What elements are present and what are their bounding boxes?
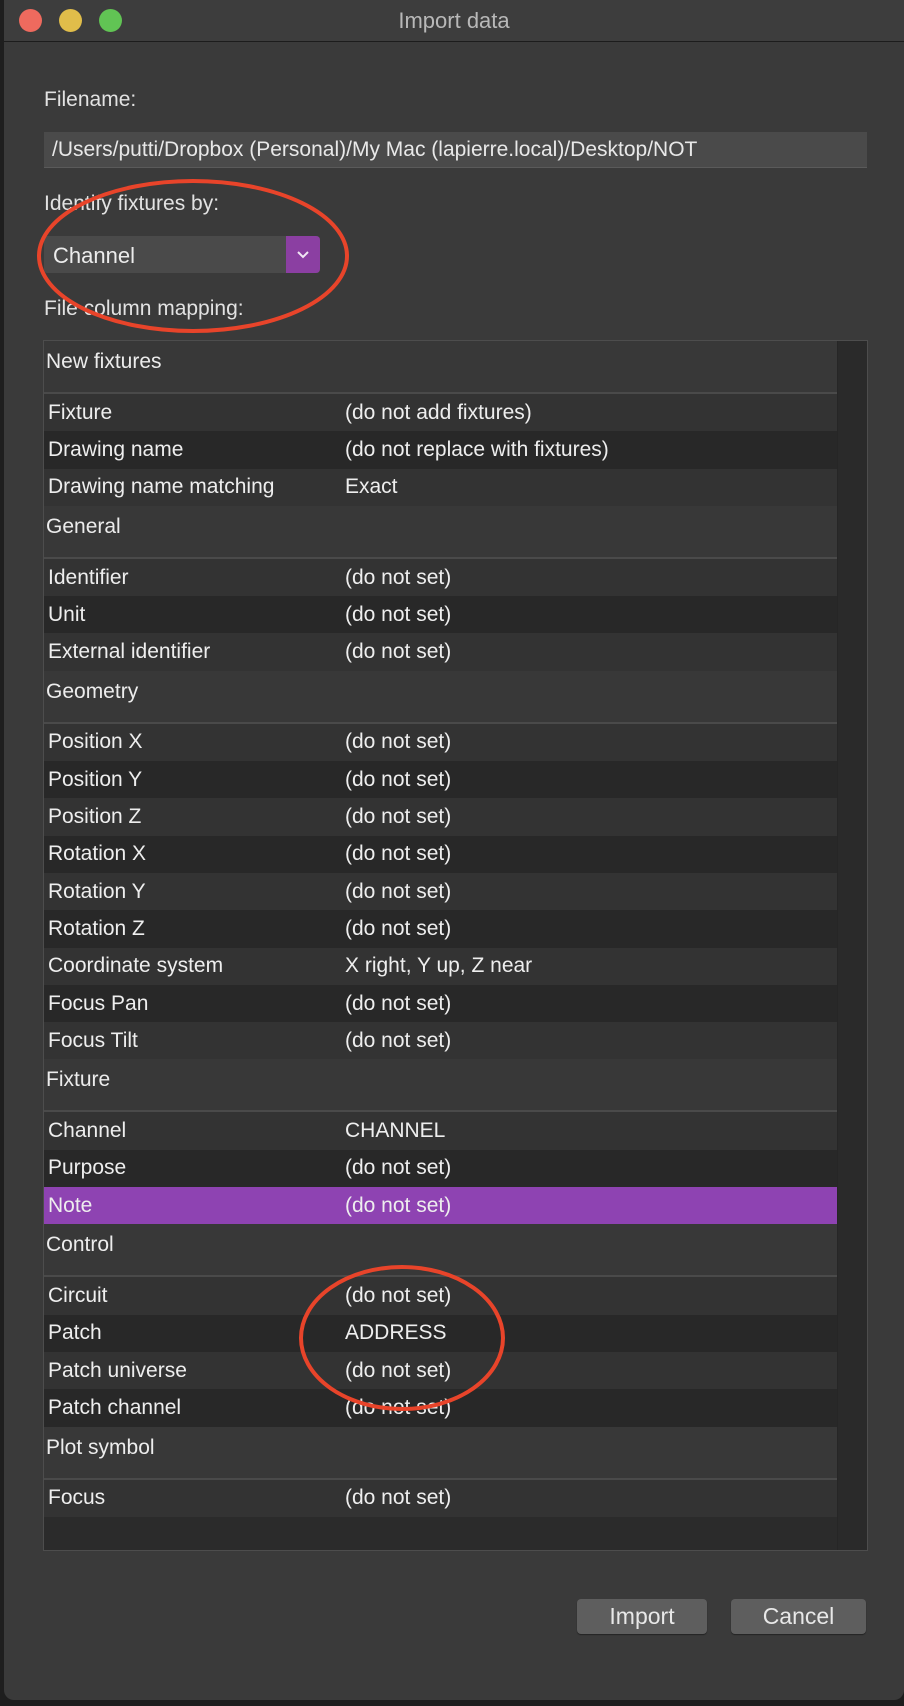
field-name: Unit [48,602,86,626]
column-value[interactable]: (do not set) [345,842,451,866]
column-value[interactable]: (do not set) [345,1029,451,1053]
column-value[interactable]: (do not set) [345,805,451,829]
mapping-row[interactable]: Rotation Z (do not set) [44,910,838,948]
column-mapping-table: New fixtures Fixture (do not add fixtures)… [43,340,868,1551]
mapping-row[interactable]: Rotation X (do not set) [44,835,838,873]
identify-fixtures-dropdown[interactable]: Channel [44,236,320,273]
field-name: Purpose [48,1156,127,1180]
mapping-row[interactable]: Focus Tilt (do not set) [44,1022,838,1060]
field-name: Coordinate system [48,954,224,978]
field-name: Patch universe [48,1358,187,1382]
column-value[interactable]: ADDRESS [345,1321,447,1345]
field-name: Rotation Y [48,879,146,903]
column-value[interactable]: (do not set) [345,1194,451,1218]
column-value[interactable]: (do not replace with fixtures) [345,438,609,462]
mapping-row[interactable]: Position Z (do not set) [44,798,838,836]
mapping-row[interactable]: Circuit (do not set) [44,1277,838,1315]
identify-fixtures-label: Identify fixtures by: [44,192,220,215]
field-name: Patch channel [48,1395,182,1419]
mapping-row[interactable]: Position Y (do not set) [44,761,838,799]
cancel-button[interactable]: Cancel [731,1599,866,1634]
mapping-row[interactable]: Unit (do not set) [44,596,838,634]
column-value[interactable]: Exact [345,475,398,499]
import-data-dialog: Import data Filename: /Users/putti/Dropb… [4,0,904,1700]
field-name: Fixture [48,400,113,424]
group-header: New fixtures [44,341,838,394]
column-value[interactable]: (do not set) [345,730,451,754]
field-name: Rotation X [48,842,147,866]
field-name: Position Z [48,805,142,829]
mapping-row[interactable]: Fixture (do not add fixtures) [44,394,838,432]
field-name: Drawing name matching [48,475,275,499]
column-value[interactable]: (do not set) [345,1284,451,1308]
group-header: Plot symbol [44,1426,838,1480]
window-title: Import data [398,8,510,33]
field-name: Position Y [48,767,143,791]
field-name: Circuit [48,1283,108,1307]
scrollbar[interactable] [837,341,867,1550]
mapping-row[interactable]: Purpose (do not set) [44,1149,838,1188]
field-name: Channel [48,1119,127,1143]
field-name: Note [48,1193,93,1217]
field-name: Focus [48,1486,106,1510]
mapping-row[interactable]: Coordinate system X right, Y up, Z near [44,947,838,985]
field-name: Focus Tilt [48,1028,138,1052]
column-value[interactable]: (do not set) [345,1156,451,1180]
group-header: Geometry [44,670,838,724]
mapping-row[interactable]: Patch ADDRESS [44,1314,838,1352]
mapping-row[interactable]: Patch channel (do not set) [44,1389,838,1427]
field-name: Rotation Z [48,916,145,940]
mapping-row[interactable]: Drawing name matching Exact [44,468,838,506]
chevron-down-icon[interactable] [286,236,320,273]
column-value[interactable]: (do not set) [345,992,451,1016]
field-name: Focus Pan [48,991,149,1015]
mapping-row[interactable]: Drawing name (do not replace with fixture… [44,431,838,469]
column-value[interactable]: (do not set) [345,880,451,904]
field-name: External identifier [48,640,211,664]
field-name: Identifier [48,565,129,589]
column-value[interactable]: CHANNEL [345,1119,445,1143]
field-name: Patch [48,1321,102,1345]
column-value[interactable]: (do not set) [345,566,451,590]
field-name: Position X [48,730,143,754]
field-name: Drawing name [48,437,184,461]
column-value[interactable]: (do not set) [345,1486,451,1510]
column-value[interactable]: (do not set) [345,917,451,941]
identify-fixtures-value: Channel [53,243,135,268]
mapping-row[interactable]: Focus Pan (do not set) [44,984,838,1023]
import-button[interactable]: Import [577,1599,707,1634]
group-header: General [44,505,838,559]
mapping-row[interactable]: External identifier (do not set) [44,633,838,671]
mapping-row[interactable]: Note (do not set) [44,1187,838,1225]
mapping-row[interactable]: Rotation Y (do not set) [44,872,838,911]
column-value[interactable]: (do not set) [345,640,451,664]
group-header: Control [44,1224,838,1278]
mapping-row[interactable]: Channel CHANNEL [44,1112,838,1150]
group-header: Fixture [44,1059,838,1113]
filename-label: Filename: [44,88,137,111]
column-value[interactable]: (do not set) [345,1396,451,1420]
mapping-row[interactable]: Patch universe (do not set) [44,1351,838,1390]
mapping-row[interactable]: Focus (do not set) [44,1479,838,1517]
column-value[interactable]: (do not add fixtures) [345,401,532,425]
file-column-mapping-label: File column mapping: [44,297,244,320]
filename-field[interactable]: /Users/putti/Dropbox (Personal)/My Mac (… [44,132,867,168]
column-value[interactable]: (do not set) [345,603,451,627]
title-bar: Import data [4,0,904,42]
mapping-row[interactable]: Identifier (do not set) [44,558,838,597]
mapping-row[interactable]: Position X (do not set) [44,723,838,762]
column-value[interactable]: (do not set) [345,1359,451,1383]
column-value[interactable]: (do not set) [345,768,451,792]
column-value[interactable]: X right, Y up, Z near [345,954,532,978]
